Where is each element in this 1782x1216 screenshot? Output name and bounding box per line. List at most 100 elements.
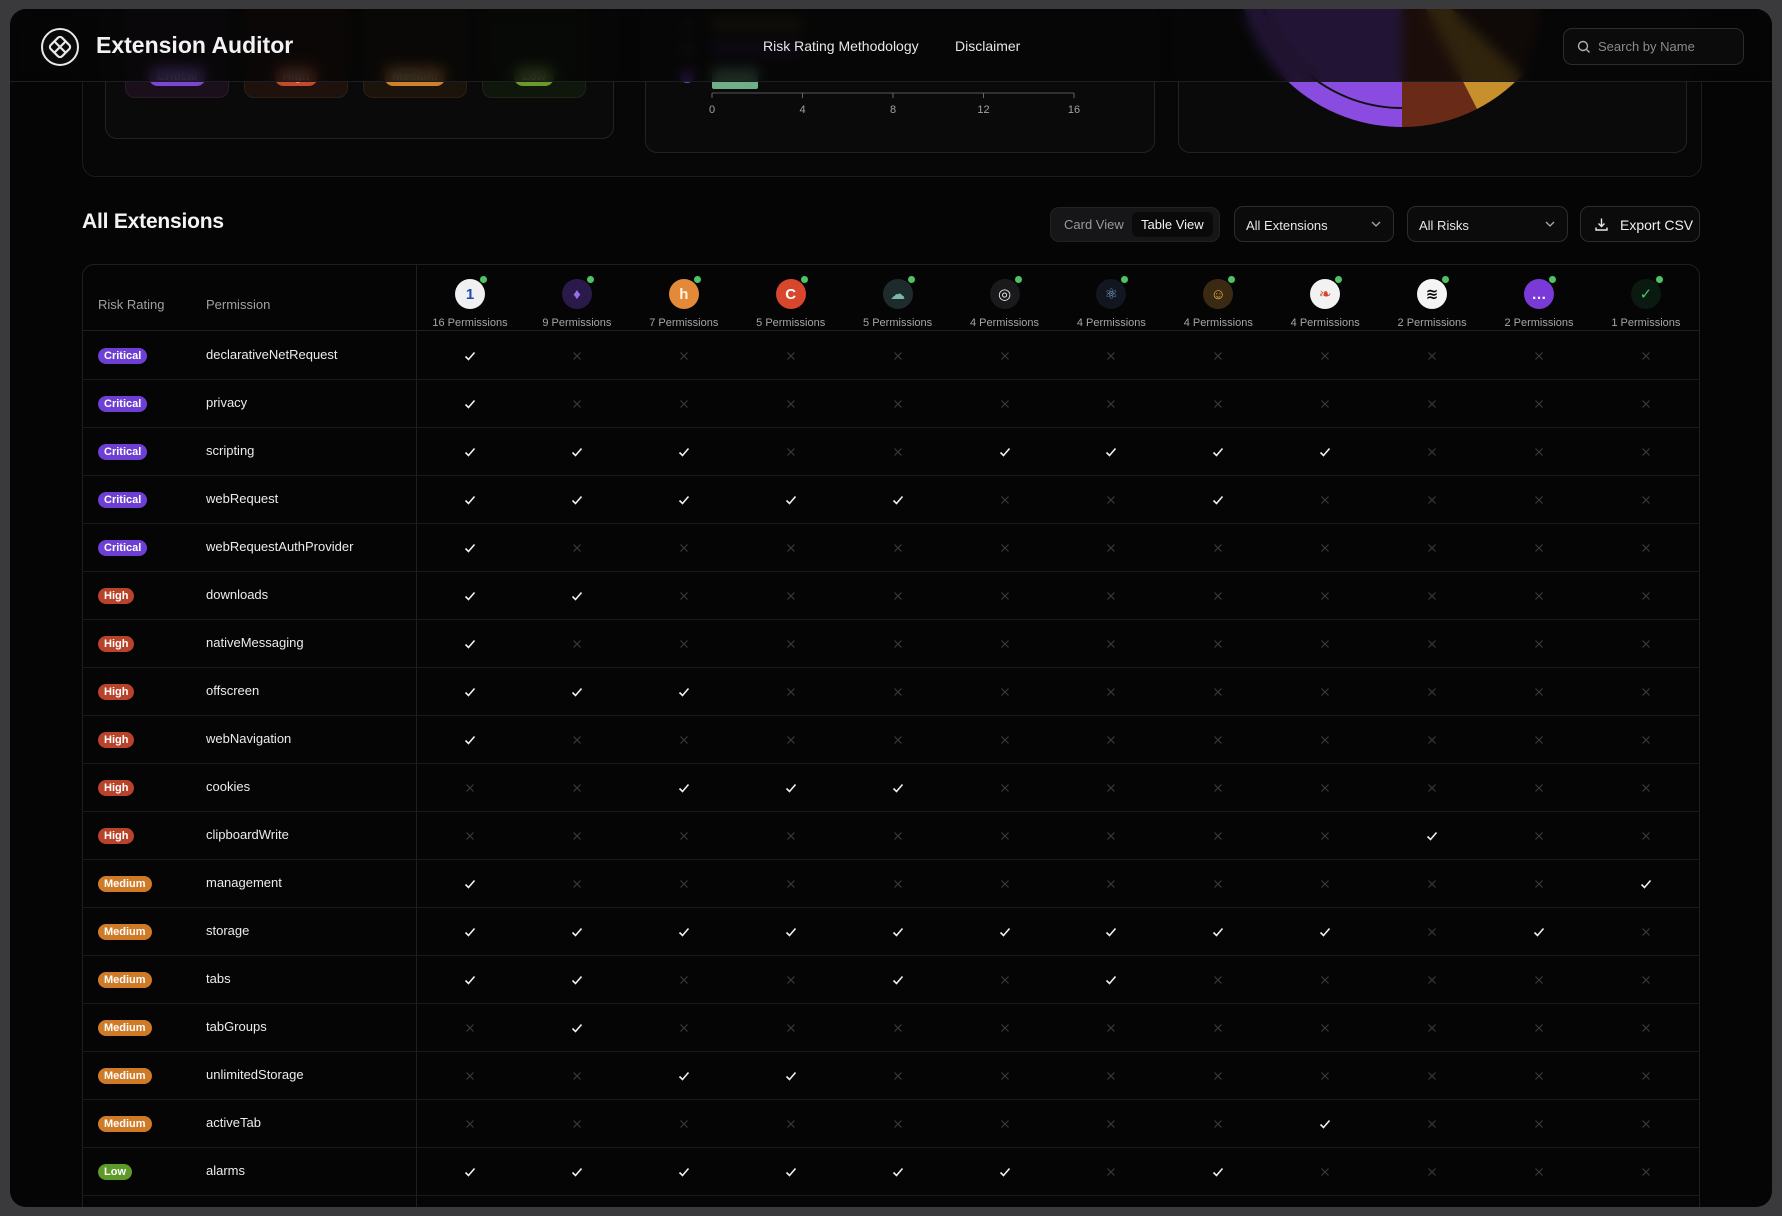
permission-absent-cell [738, 716, 844, 764]
cross-icon [1641, 928, 1650, 936]
permission-absent-cell [1058, 812, 1164, 860]
app-logo-icon[interactable] [40, 27, 80, 67]
card-view-button[interactable]: Card View [1055, 212, 1133, 237]
permission-absent-cell [738, 1100, 844, 1148]
nav-risk-methodology[interactable]: Risk Rating Methodology [763, 38, 919, 54]
extension-column-header[interactable]: ≋ 2 Permissions [1379, 265, 1485, 331]
risk-badge: High [98, 636, 135, 652]
permission-absent-cell [1058, 524, 1164, 572]
permission-absent-cell [1165, 1052, 1271, 1100]
permission-absent-cell [1165, 716, 1271, 764]
check-icon [785, 783, 796, 793]
extension-column-header[interactable]: h 7 Permissions [631, 265, 737, 331]
permission-absent-cell [1058, 1148, 1164, 1196]
extension-column-header[interactable]: ☺ 4 Permissions [1165, 265, 1271, 331]
spy-glasses-icon[interactable]: ◎ [989, 279, 1020, 309]
permission-granted-cell [1272, 1100, 1378, 1148]
cross-icon [1535, 592, 1543, 600]
cross-icon [786, 736, 795, 744]
cross-icon [786, 640, 795, 648]
check-icon [464, 543, 476, 553]
search-box[interactable] [1563, 28, 1744, 65]
nav-disclaimer[interactable]: Disclaimer [955, 38, 1020, 54]
permission-granted-cell [417, 524, 523, 572]
permission-absent-cell [1058, 380, 1164, 428]
permission-absent-cell [1593, 524, 1699, 572]
export-csv-button[interactable]: Export CSV [1580, 206, 1700, 242]
cross-icon [893, 352, 902, 360]
cross-icon [1107, 400, 1116, 408]
permission-absent-cell [1486, 428, 1592, 476]
enabled-status-dot [1013, 275, 1023, 284]
permission-absent-cell [952, 1052, 1058, 1100]
cross-icon [1535, 832, 1543, 840]
extension-column-header[interactable]: ✓ 1 Permissions [1593, 265, 1699, 331]
permission-granted-cell [524, 428, 630, 476]
risk-filter-value: All Risks [1419, 218, 1469, 233]
permission-absent-cell [1165, 668, 1271, 716]
permission-absent-cell [631, 860, 737, 908]
extension-column-header[interactable]: ◎ 4 Permissions [952, 265, 1058, 331]
header-risk-rating[interactable]: Risk Rating [98, 297, 164, 312]
cross-icon [1428, 880, 1437, 888]
permission-count: 2 Permissions [1504, 317, 1574, 329]
cross-icon [679, 1120, 688, 1128]
permission-granted-cell [845, 764, 951, 812]
permission-granted-cell [1379, 812, 1485, 860]
app-window: Critical High Medium Low 0 4 8 12 16 [10, 9, 1772, 1207]
table-view-button[interactable]: Table View [1132, 212, 1213, 237]
permission-count: 5 Permissions [863, 317, 933, 329]
permission-absent-cell [1379, 476, 1485, 524]
extension-column-header[interactable]: C 5 Permissions [738, 265, 844, 331]
permission-absent-cell [1379, 668, 1485, 716]
flame-ghost-icon[interactable]: ♦ [561, 279, 592, 309]
permission-absent-cell [1486, 1052, 1592, 1100]
extension-column-header[interactable]: ⚛ 4 Permissions [1058, 265, 1164, 331]
header-permission[interactable]: Permission [206, 297, 270, 312]
extension-column-header[interactable]: 1 16 Permissions [417, 265, 523, 331]
permission-granted-cell [1486, 908, 1592, 956]
permission-granted-cell [524, 476, 630, 524]
cross-icon [1428, 592, 1437, 600]
cross-icon [893, 544, 902, 552]
permission-granted-cell [631, 428, 737, 476]
shield-check-icon[interactable]: ✓ [1630, 279, 1661, 309]
check-icon [785, 495, 796, 505]
permission-name: alarms [206, 1163, 246, 1178]
extension-column-header[interactable]: ☁ 5 Permissions [845, 265, 951, 331]
permission-absent-cell [738, 1004, 844, 1052]
cross-icon [1000, 1024, 1009, 1032]
cross-icon [1535, 496, 1543, 504]
permission-absent-cell [952, 764, 1058, 812]
cross-icon [1000, 1072, 1009, 1080]
axis-tick-label: 16 [1068, 104, 1080, 116]
check-icon [892, 975, 903, 985]
permission-granted-cell [417, 332, 523, 380]
permission-name: webRequest [206, 491, 279, 506]
extension-column-header[interactable]: ♦ 9 Permissions [524, 265, 630, 331]
cross-icon [1535, 352, 1543, 360]
risk-filter-dropdown[interactable]: All Risks [1407, 206, 1568, 242]
permission-granted-cell [845, 1148, 951, 1196]
permission-granted-cell [1272, 428, 1378, 476]
cloud-pig-icon[interactable]: ☁ [882, 279, 913, 309]
check-icon [1320, 1119, 1331, 1129]
risk-badge: High [98, 732, 135, 748]
permission-granted-cell [738, 476, 844, 524]
cross-icon [1321, 976, 1330, 984]
cross-icon [1535, 640, 1543, 648]
permission-granted-cell [1165, 908, 1271, 956]
permission-absent-cell [1058, 716, 1164, 764]
extension-filter-dropdown[interactable]: All Extensions [1234, 206, 1394, 242]
search-input[interactable] [1598, 29, 1738, 64]
extension-column-header[interactable]: … 2 Permissions [1486, 265, 1592, 331]
permission-absent-cell [738, 524, 844, 572]
permission-absent-cell [1593, 812, 1699, 860]
permission-absent-cell [1165, 812, 1271, 860]
red-c-icon[interactable]: C [775, 279, 806, 309]
permission-absent-cell [1486, 620, 1592, 668]
orange-h-icon[interactable]: h [668, 279, 699, 309]
cross-icon [466, 832, 474, 840]
cross-icon [1535, 544, 1543, 552]
extension-column-header[interactable]: ❧ 4 Permissions [1272, 265, 1378, 331]
